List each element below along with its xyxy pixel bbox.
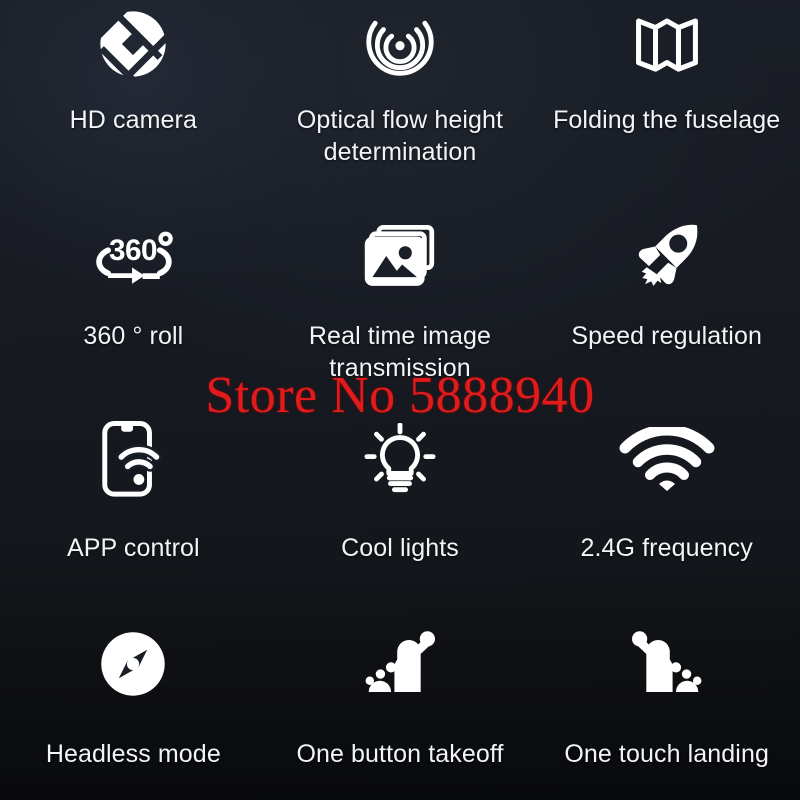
folded-map-icon bbox=[533, 2, 800, 86]
lightbulb-icon bbox=[267, 418, 534, 502]
svg-text:360: 360 bbox=[109, 234, 157, 267]
feature-cell-24g-frequency[interactable]: 2.4G frequency bbox=[533, 400, 800, 600]
feature-label: HD camera bbox=[69, 106, 197, 134]
feature-label: Headless mode bbox=[45, 740, 221, 768]
feature-cell-speed-regulation[interactable]: Speed regulation bbox=[533, 200, 800, 400]
feature-label: 360 ° roll bbox=[83, 322, 184, 350]
compass-icon bbox=[0, 622, 267, 706]
rocket-icon bbox=[533, 214, 800, 298]
feature-cell-folding-fuselage[interactable]: Folding the fuselage bbox=[533, 0, 800, 200]
shutter-circle-icon bbox=[0, 2, 267, 86]
feature-cell-app-control[interactable]: APP control bbox=[0, 400, 267, 600]
feature-cell-hd-camera[interactable]: HD camera bbox=[0, 0, 267, 200]
feature-cell-one-touch-landing[interactable]: One touch landing bbox=[533, 600, 800, 800]
feature-label: Cool lights bbox=[341, 534, 459, 562]
feature-label: APP control bbox=[67, 534, 200, 562]
feature-poster: HD camera Optical flow height determinat… bbox=[0, 0, 800, 800]
feature-cell-image-transmission[interactable]: Real time image transmission bbox=[267, 200, 534, 400]
concentric-waves-icon bbox=[267, 2, 534, 86]
wifi-signal-icon bbox=[533, 418, 800, 502]
descending-bars-arrow-icon bbox=[533, 622, 800, 706]
feature-label: Real time image transmission bbox=[308, 322, 492, 382]
feature-cell-360-roll[interactable]: 360 360 ° roll bbox=[0, 200, 267, 400]
ascending-bars-arrow-icon bbox=[267, 622, 534, 706]
feature-cell-optical-flow[interactable]: Optical flow height determination bbox=[267, 0, 534, 200]
feature-label: Optical flow height determination bbox=[296, 106, 504, 166]
feature-cell-cool-lights[interactable]: Cool lights bbox=[267, 400, 534, 600]
feature-cell-one-button-takeoff[interactable]: One button takeoff bbox=[267, 600, 534, 800]
feature-label: One touch landing bbox=[564, 740, 769, 768]
360-rotation-icon: 360 bbox=[0, 214, 267, 298]
feature-label: Folding the fuselage bbox=[553, 106, 781, 134]
feature-label: 2.4G frequency bbox=[580, 534, 753, 562]
feature-label: Speed regulation bbox=[571, 322, 762, 350]
feature-grid: HD camera Optical flow height determinat… bbox=[0, 0, 800, 800]
phone-wifi-icon bbox=[0, 418, 267, 502]
stacked-photos-icon bbox=[267, 214, 534, 298]
feature-label: One button takeoff bbox=[296, 740, 504, 768]
feature-cell-headless-mode[interactable]: Headless mode bbox=[0, 600, 267, 800]
